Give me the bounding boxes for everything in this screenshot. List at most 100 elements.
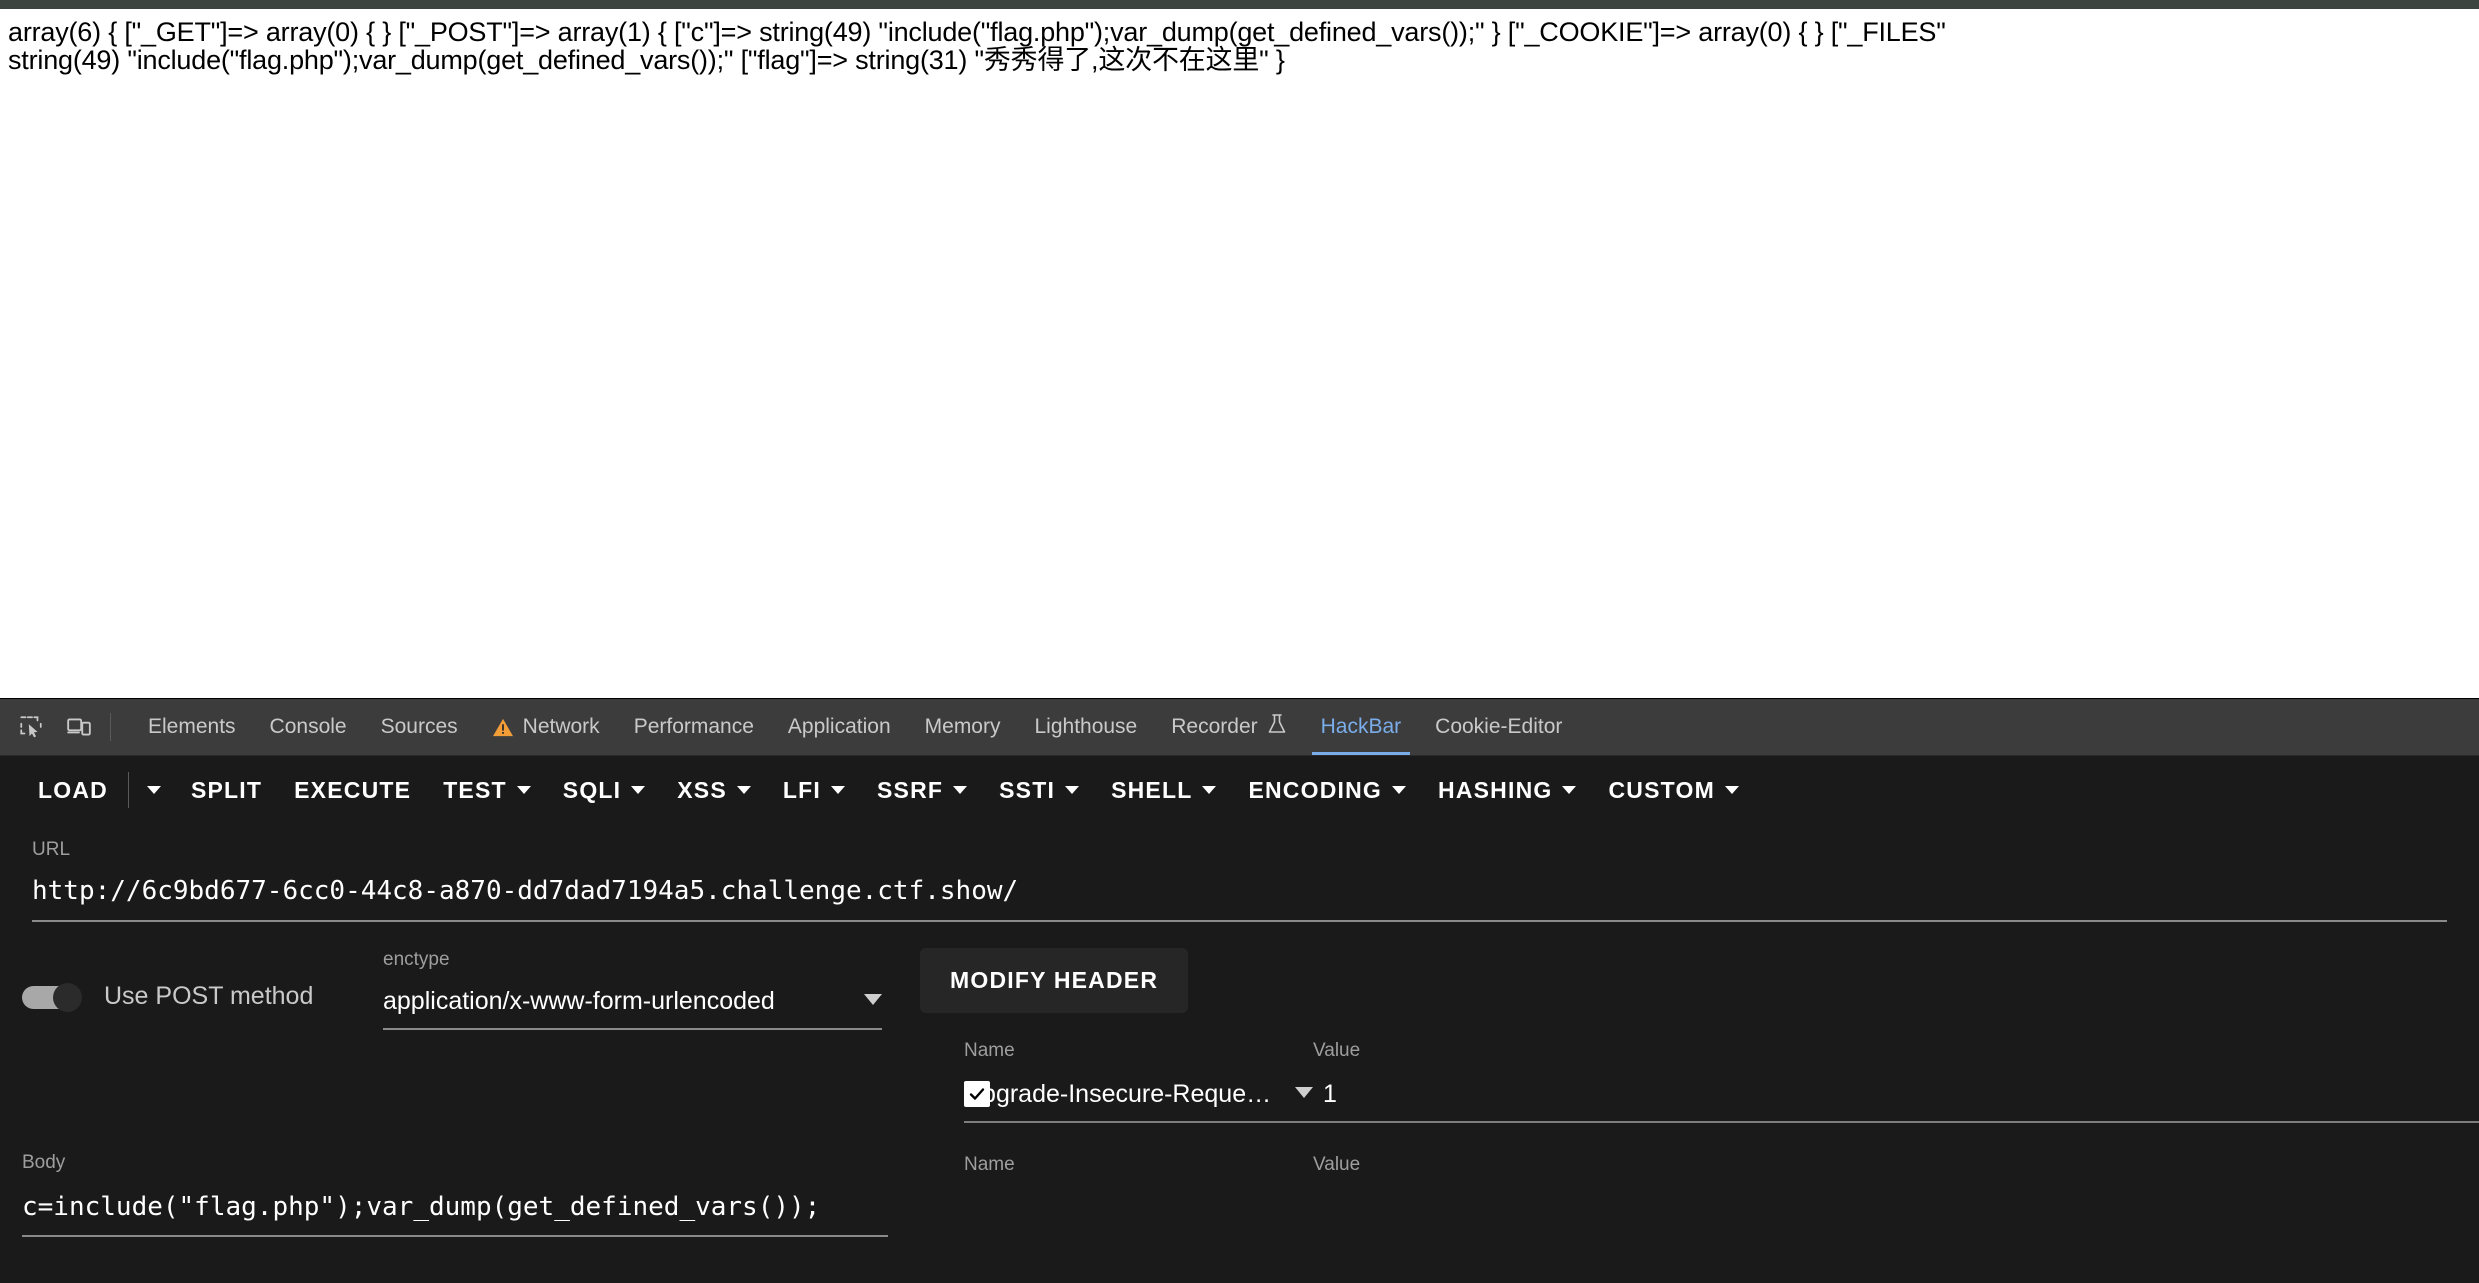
header-name-value: Upgrade-Insecure-Reques… bbox=[964, 1080, 1283, 1108]
chevron-down-icon bbox=[146, 786, 161, 794]
post-method-group: Use POST method bbox=[0, 948, 383, 1012]
tab-label: Recorder bbox=[1171, 715, 1258, 738]
tab-recorder[interactable]: Recorder bbox=[1154, 699, 1303, 755]
column-header-name: Name bbox=[964, 1040, 1015, 1061]
use-post-method-toggle[interactable] bbox=[22, 982, 82, 1012]
var-dump-line-2: string(49) "include("flag.php");var_dump… bbox=[8, 45, 1285, 75]
tab-label: Cookie-Editor bbox=[1435, 715, 1563, 738]
body-input[interactable]: c=include("flag.php");var_dump(get_defin… bbox=[22, 1191, 888, 1223]
body-field-group: Body c=include("flag.php");var_dump(get_… bbox=[0, 1151, 920, 1283]
button-label: SSTI bbox=[999, 776, 1056, 803]
header-table-head: Name Value bbox=[920, 1039, 2479, 1063]
tab-hackbar[interactable]: HackBar bbox=[1304, 699, 1419, 755]
header-value-input[interactable]: 1 bbox=[1313, 1077, 2479, 1111]
load-button[interactable]: LOAD bbox=[22, 769, 124, 812]
chevron-down-icon bbox=[864, 994, 882, 1005]
column-header-value: Value bbox=[1313, 1154, 1361, 1175]
button-label: SSRF bbox=[876, 776, 944, 803]
header-name-select[interactable]: Upgrade-Insecure-Reques… bbox=[964, 1077, 1313, 1111]
use-post-method-label: Use POST method bbox=[104, 982, 314, 1010]
inspect-element-icon[interactable] bbox=[14, 710, 48, 744]
devtools-tool-icons bbox=[0, 699, 108, 755]
tab-label: Elements bbox=[148, 715, 236, 738]
sqli-menu-button[interactable]: SQLI bbox=[547, 769, 661, 812]
tab-memory[interactable]: Memory bbox=[908, 699, 1018, 755]
table-row: Upgrade-Insecure-Reques… 1 bbox=[920, 1077, 2479, 1123]
enctype-group: enctype application/x-www-form-urlencode… bbox=[383, 948, 920, 1030]
tab-elements[interactable]: Elements bbox=[131, 699, 253, 755]
hackbar-toolbar: LOAD SPLIT EXECUTE TEST SQLI XSS LFI SSR… bbox=[0, 756, 2479, 824]
xss-menu-button[interactable]: XSS bbox=[661, 769, 767, 812]
encoding-menu-button[interactable]: ENCODING bbox=[1232, 769, 1422, 812]
column-header-value: Value bbox=[1313, 1040, 1361, 1061]
execute-button[interactable]: EXECUTE bbox=[278, 769, 427, 812]
test-menu-button[interactable]: TEST bbox=[427, 769, 547, 812]
beaker-icon bbox=[1267, 713, 1287, 741]
header-name-cell: Upgrade-Insecure-Reques… bbox=[964, 1077, 1313, 1111]
tab-label: Console bbox=[269, 715, 347, 738]
button-label: XSS bbox=[677, 776, 727, 803]
hackbar-panel: LOAD SPLIT EXECUTE TEST SQLI XSS LFI SSR… bbox=[0, 756, 2479, 1283]
button-label: SHELL bbox=[1111, 776, 1193, 803]
tab-label: Performance bbox=[633, 715, 754, 738]
button-label: LOAD bbox=[38, 776, 108, 803]
enctype-select[interactable]: application/x-www-form-urlencoded bbox=[383, 986, 882, 1016]
url-label: URL bbox=[32, 839, 71, 860]
modify-header-group: MODIFY HEADER Name Value Upgrade-Insecur… bbox=[920, 948, 2479, 1177]
devtools-panel: Elements Console Sources Network Perform… bbox=[0, 698, 2479, 1283]
tab-cookie-editor[interactable]: Cookie-Editor bbox=[1418, 699, 1579, 755]
chevron-down-icon bbox=[953, 786, 968, 794]
column-header-name: Name bbox=[964, 1154, 1015, 1175]
ssrf-menu-button[interactable]: SSRF bbox=[861, 769, 983, 812]
chevron-down-icon bbox=[631, 786, 646, 794]
enctype-underline bbox=[383, 1028, 882, 1030]
header-enabled-checkbox[interactable] bbox=[964, 1081, 990, 1107]
header-col-name: Name bbox=[920, 1039, 1313, 1063]
header-value-underline bbox=[1313, 1121, 2479, 1123]
button-label: SQLI bbox=[562, 776, 622, 803]
custom-menu-button[interactable]: CUSTOM bbox=[1592, 769, 1754, 812]
button-label: CUSTOM bbox=[1608, 776, 1715, 803]
enctype-label: enctype bbox=[383, 949, 450, 970]
tab-label: Lighthouse bbox=[1034, 715, 1138, 738]
button-label: EXECUTE bbox=[294, 776, 412, 803]
shell-menu-button[interactable]: SHELL bbox=[1095, 769, 1232, 812]
chevron-down-icon bbox=[1392, 786, 1407, 794]
button-label: ENCODING bbox=[1248, 776, 1383, 803]
modify-header-button[interactable]: MODIFY HEADER bbox=[920, 948, 1189, 1013]
device-toolbar-icon[interactable] bbox=[62, 710, 96, 744]
ssti-menu-button[interactable]: SSTI bbox=[983, 769, 1095, 812]
chevron-down-icon bbox=[1724, 786, 1739, 794]
tab-application[interactable]: Application bbox=[771, 699, 908, 755]
toggle-knob bbox=[53, 982, 82, 1012]
tab-label: HackBar bbox=[1320, 715, 1402, 738]
header-table: Name Value Upgrade-Insecure-Reques… 1 Na… bbox=[920, 1039, 2479, 1177]
hashing-menu-button[interactable]: HASHING bbox=[1422, 769, 1592, 812]
header-name-underline bbox=[964, 1121, 1313, 1123]
split-button[interactable]: SPLIT bbox=[175, 769, 278, 812]
url-field-group: URL http://6c9bd677-6cc0-44c8-a870-dd7da… bbox=[0, 824, 2479, 922]
header-value-cell-wrap: 1 bbox=[1313, 1077, 2479, 1123]
toolbar-divider bbox=[110, 713, 111, 741]
tab-network[interactable]: Network bbox=[475, 699, 617, 755]
header-name-cell-wrap: Upgrade-Insecure-Reques… bbox=[920, 1077, 1313, 1123]
enctype-selected-value: application/x-www-form-urlencoded bbox=[383, 987, 775, 1015]
url-input[interactable]: http://6c9bd677-6cc0-44c8-a870-dd7dad719… bbox=[32, 876, 2447, 906]
warning-triangle-icon bbox=[492, 717, 514, 737]
tab-console[interactable]: Console bbox=[253, 699, 364, 755]
header-col-name-empty: Name bbox=[920, 1153, 1313, 1177]
chevron-down-icon bbox=[1295, 1087, 1313, 1098]
page-content-area: array(6) { ["_GET"]=> array(0) { } ["_PO… bbox=[0, 9, 2479, 698]
chevron-down-icon bbox=[1065, 786, 1080, 794]
lfi-menu-button[interactable]: LFI bbox=[767, 769, 861, 812]
browser-chrome-strip bbox=[0, 0, 2479, 9]
chevron-down-icon bbox=[516, 786, 531, 794]
tab-lighthouse[interactable]: Lighthouse bbox=[1017, 699, 1154, 755]
button-label: TEST bbox=[443, 776, 507, 803]
header-col-value: Value bbox=[1313, 1039, 2479, 1063]
load-dropdown-button[interactable] bbox=[133, 778, 175, 802]
tab-sources[interactable]: Sources bbox=[364, 699, 475, 755]
tab-performance[interactable]: Performance bbox=[617, 699, 771, 755]
tab-label: Sources bbox=[380, 715, 458, 738]
chevron-down-icon bbox=[830, 786, 845, 794]
